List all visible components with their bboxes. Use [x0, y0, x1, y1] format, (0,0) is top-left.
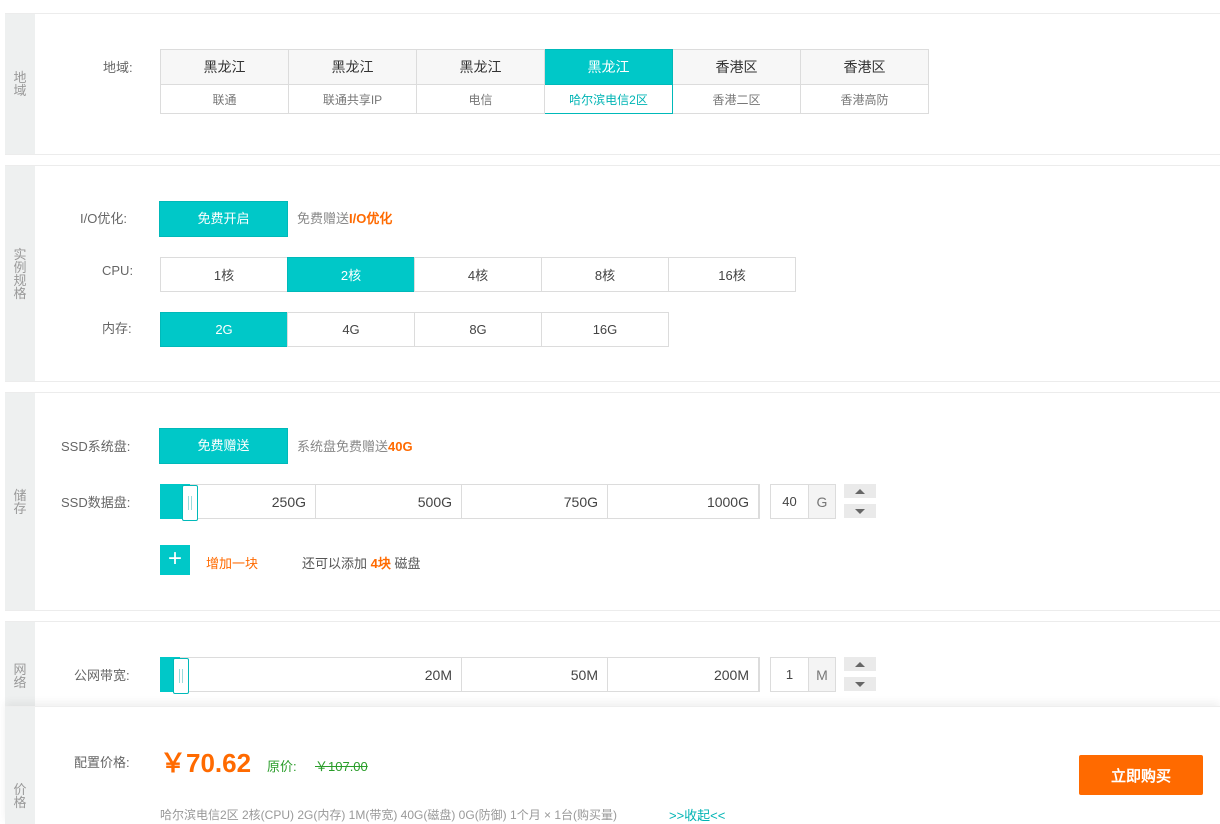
caret-down-icon — [855, 508, 865, 514]
bandwidth-mark: 200M — [608, 658, 759, 691]
data-disk-slider[interactable]: 250G 500G 750G 1000G — [160, 484, 760, 521]
region-side-label: 地域 — [5, 14, 35, 154]
region-option-line[interactable]: 香港高防 — [800, 84, 929, 114]
region-option-line[interactable]: 哈尔滨电信2区 — [544, 84, 673, 114]
original-price-label: 原价: — [267, 759, 297, 774]
remaining-prefix: 还可以添加 — [302, 556, 368, 571]
io-note: 免费赠送I/O优化 — [297, 208, 392, 227]
bandwidth-label: 公网带宽: — [74, 668, 130, 683]
storage-section: 储存 SSD系统盘: 免费赠送 系统盘免费赠送40G SSD数据盘: 250G … — [5, 392, 1220, 611]
storage-side-label: 储存 — [5, 393, 35, 610]
data-disk-mark: 1000G — [608, 485, 759, 518]
current-price: ￥70.62 — [160, 748, 252, 778]
data-disk-size-unit: G — [809, 485, 835, 518]
region-option-province[interactable]: 香港区 — [800, 49, 929, 85]
data-disk-slider-handle[interactable] — [182, 485, 198, 521]
instance-side-label: 实例规格 — [5, 166, 35, 381]
region-table: 黑龙江 黑龙江 黑龙江 黑龙江 香港区 香港区 联通 联通共享IP 电信 哈尔滨电信2区 香港二区… — [160, 49, 929, 114]
data-disk-size-input[interactable]: 40 G — [770, 484, 836, 519]
price-label: 配置价格: — [74, 755, 130, 770]
caret-up-icon — [855, 661, 865, 667]
region-option-line[interactable]: 联通 — [160, 84, 289, 114]
memory-options: 2G 4G 8G 16G — [160, 312, 669, 347]
bandwidth-slider[interactable]: 20M 50M 200M — [160, 657, 760, 694]
bandwidth-mark: 20M — [161, 658, 462, 691]
caret-down-icon — [855, 681, 865, 687]
cpu-option[interactable]: 8核 — [541, 257, 669, 292]
memory-option[interactable]: 4G — [287, 312, 415, 347]
mem-label: 内存: — [102, 321, 132, 336]
system-disk-label: SSD系统盘: — [61, 439, 131, 454]
system-disk-note-highlight: 40G — [388, 439, 413, 454]
region-label: 地域: — [103, 60, 133, 75]
config-summary: 哈尔滨电信2区 2核(CPU) 2G(内存) 1M(带宽) 40G(磁盘) 0G… — [160, 808, 618, 822]
io-note-prefix: 免费赠送 — [297, 211, 350, 226]
add-disk-link[interactable]: 增加一块 — [206, 553, 258, 572]
region-section: 地域 地域: 黑龙江 黑龙江 黑龙江 黑龙江 香港区 香港区 联通 联通共享IP 电信 哈尔滨电… — [5, 13, 1220, 155]
memory-option[interactable]: 2G — [160, 312, 288, 347]
cpu-option[interactable]: 2核 — [287, 257, 415, 292]
original-price: ￥107.00 — [315, 759, 368, 774]
bandwidth-mark: 50M — [462, 658, 608, 691]
region-option-province[interactable]: 黑龙江 — [544, 49, 673, 85]
remaining-suffix: 磁盘 — [394, 556, 421, 571]
region-option-province[interactable]: 黑龙江 — [160, 49, 289, 85]
cpu-option[interactable]: 4核 — [414, 257, 542, 292]
system-disk-free-button[interactable]: 免费赠送 — [159, 428, 288, 464]
collapse-link[interactable]: >>收起<< — [669, 805, 725, 824]
memory-option[interactable]: 8G — [414, 312, 542, 347]
bandwidth-decrement-button[interactable] — [844, 677, 876, 691]
io-label: I/O优化: — [80, 211, 127, 226]
caret-up-icon — [855, 488, 865, 494]
price-bar: 价格 配置价格: ￥70.62 原价: ￥107.00 立即购买 哈尔滨电信2区… — [5, 706, 1220, 824]
system-disk-note-prefix: 系统盘免费赠送 — [297, 439, 389, 454]
buy-now-button[interactable]: 立即购买 — [1079, 755, 1203, 795]
remaining-count: 4块 — [370, 556, 391, 571]
cpu-option[interactable]: 1核 — [160, 257, 288, 292]
data-disk-mark: 500G — [316, 485, 462, 518]
remaining-disks-text: 还可以添加 4块 磁盘 — [302, 553, 421, 572]
region-option-province[interactable]: 黑龙江 — [288, 49, 417, 85]
data-disk-label: SSD数据盘: — [61, 495, 131, 510]
region-option-line[interactable]: 联通共享IP — [288, 84, 417, 114]
add-disk-button[interactable]: + — [160, 545, 190, 575]
bandwidth-input[interactable]: 1 M — [770, 657, 836, 692]
io-enable-button[interactable]: 免费开启 — [159, 201, 288, 237]
data-disk-decrement-button[interactable] — [844, 504, 876, 518]
bandwidth-slider-handle[interactable] — [173, 658, 189, 694]
region-option-line[interactable]: 香港二区 — [672, 84, 801, 114]
cpu-options: 1核 2核 4核 8核 16核 — [160, 257, 796, 292]
bandwidth-value[interactable]: 1 — [771, 658, 809, 691]
plus-icon: + — [167, 545, 182, 572]
region-option-line[interactable]: 电信 — [416, 84, 545, 114]
region-option-province[interactable]: 黑龙江 — [416, 49, 545, 85]
bandwidth-increment-button[interactable] — [844, 657, 876, 671]
data-disk-size-value[interactable]: 40 — [771, 485, 809, 518]
price-side-label: 价格 — [5, 707, 35, 824]
cpu-option[interactable]: 16核 — [668, 257, 796, 292]
system-disk-note: 系统盘免费赠送40G — [297, 436, 413, 455]
instance-section: 实例规格 I/O优化: 免费开启 免费赠送I/O优化 CPU: 1核 2核 4核 8核… — [5, 165, 1220, 382]
io-note-highlight: I/O优化 — [349, 211, 393, 226]
data-disk-increment-button[interactable] — [844, 484, 876, 498]
data-disk-mark: 750G — [462, 485, 608, 518]
bandwidth-unit: M — [809, 658, 835, 691]
cpu-label: CPU: — [102, 263, 134, 278]
memory-option[interactable]: 16G — [541, 312, 669, 347]
region-option-province[interactable]: 香港区 — [672, 49, 801, 85]
